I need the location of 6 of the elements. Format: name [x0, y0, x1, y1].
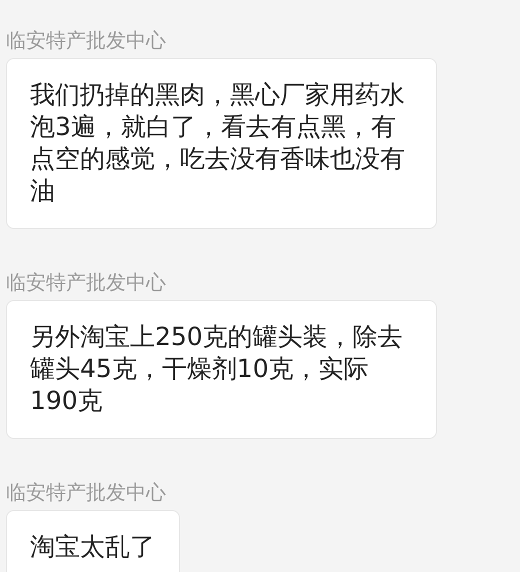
sender-name: 临安特产批发中心	[6, 28, 166, 52]
sender-name: 临安特产批发中心	[6, 270, 166, 294]
message-bubble: 另外淘宝上250克的罐头装，除去罐头45克，干燥剂10克，实际190克	[6, 300, 437, 439]
message-bubble: 我们扔掉的黑肉，黑心厂家用药水泡3遍，就白了，看去有点黑，有点空的感觉，吃去没有香味也没有油	[6, 58, 437, 229]
message-bubble: 淘宝太乱了	[6, 510, 180, 572]
sender-name: 临安特产批发中心	[6, 480, 166, 504]
